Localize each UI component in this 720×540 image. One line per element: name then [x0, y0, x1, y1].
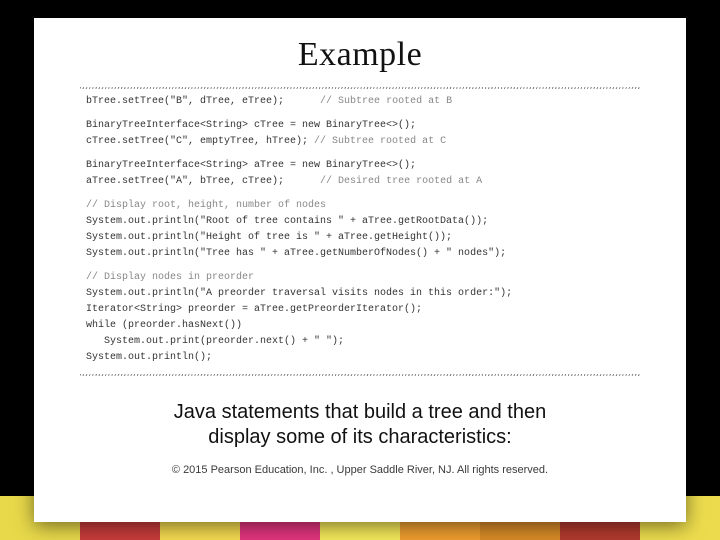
code-comment: // Display nodes in preorder — [86, 270, 638, 286]
code-comment: // Desired tree rooted at A — [284, 176, 482, 187]
code-comment: // Display root, height, number of nodes — [86, 198, 638, 214]
code-line: aTree.setTree("A", bTree, cTree); — [86, 176, 284, 187]
slide-title: Example — [80, 36, 640, 74]
code-line: System.out.println("Root of tree contain… — [86, 214, 638, 230]
code-line: System.out.println("Tree has " + aTree.g… — [86, 246, 638, 262]
code-comment: // Subtree rooted at B — [284, 96, 452, 107]
caption-line-1: Java statements that build a tree and th… — [174, 401, 546, 423]
copyright-line: © 2015 Pearson Education, Inc. , Upper S… — [80, 464, 640, 476]
code-line: System.out.println(); — [86, 350, 638, 366]
code-line: cTree.setTree("C", emptyTree, hTree); — [86, 136, 308, 147]
code-line: System.out.println("A preorder traversal… — [86, 286, 638, 302]
code-line: Iterator<String> preorder = aTree.getPre… — [86, 302, 638, 318]
code-line: bTree.setTree("B", dTree, eTree); — [86, 96, 284, 107]
slide-card: Example bTree.setTree("B", dTree, eTree)… — [34, 18, 686, 522]
code-line: BinaryTreeInterface<String> cTree = new … — [86, 118, 638, 134]
code-line: System.out.print(preorder.next() + " "); — [86, 334, 638, 350]
code-line: BinaryTreeInterface<String> aTree = new … — [86, 158, 638, 174]
code-block: bTree.setTree("B", dTree, eTree); // Sub… — [80, 90, 640, 380]
code-comment: // Subtree rooted at C — [308, 136, 446, 147]
caption-line-2: display some of its characteristics: — [208, 426, 511, 448]
code-line: System.out.println("Height of tree is " … — [86, 230, 638, 246]
code-line: while (preorder.hasNext()) — [86, 318, 638, 334]
caption: Java statements that build a tree and th… — [120, 400, 600, 450]
